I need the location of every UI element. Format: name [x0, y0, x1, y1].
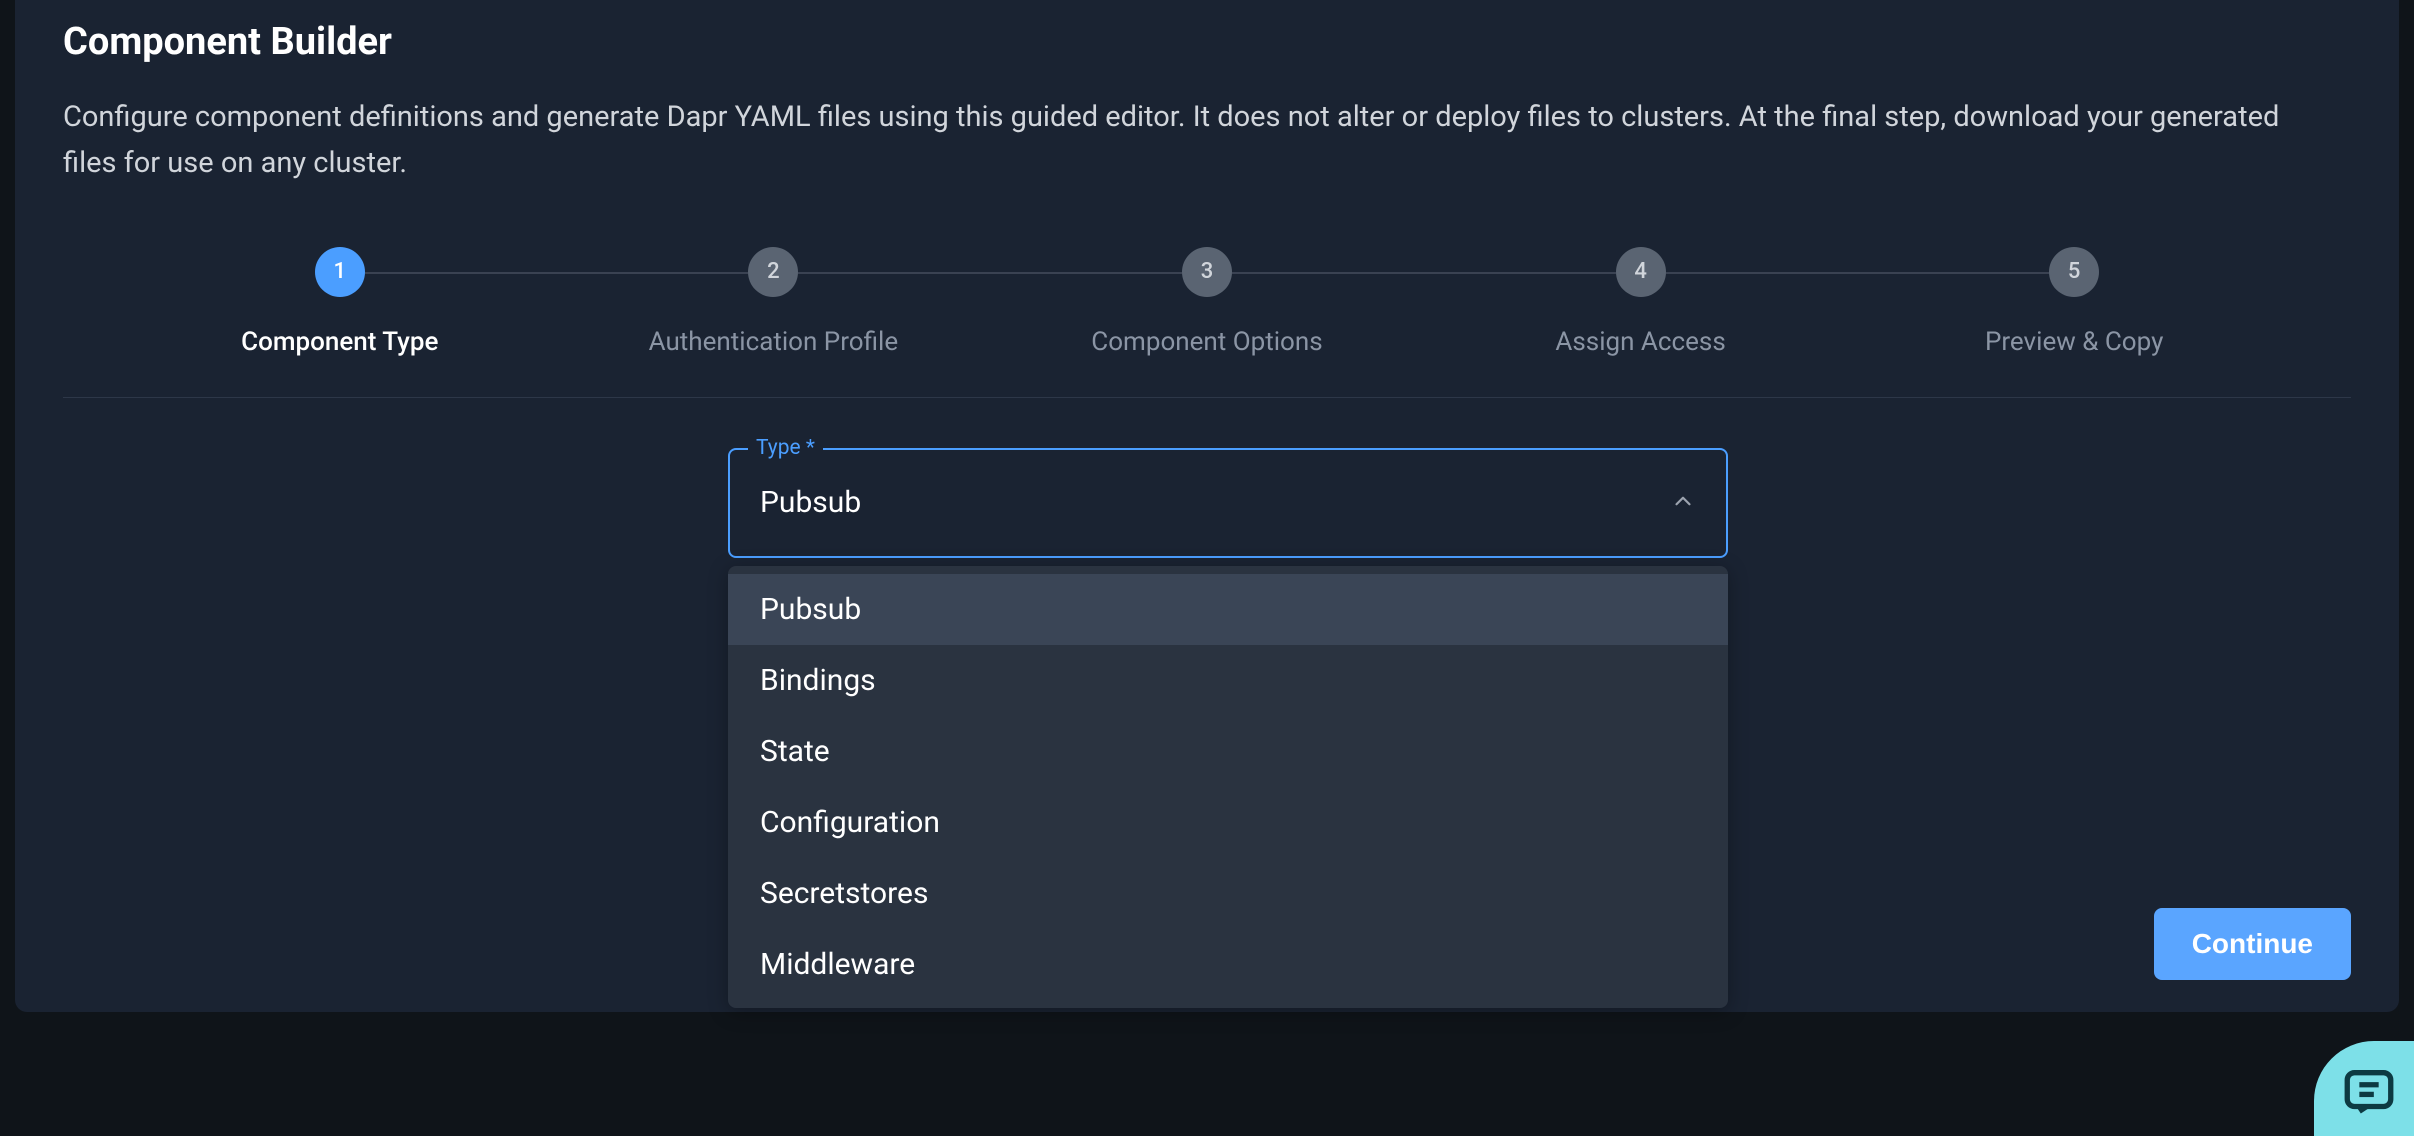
chat-icon: [2340, 1063, 2398, 1125]
continue-button[interactable]: Continue: [2154, 908, 2351, 980]
type-select[interactable]: Pubsub: [728, 448, 1728, 558]
step-connector: [1666, 272, 2050, 274]
type-select-label: Type *: [748, 436, 823, 460]
step-component-type[interactable]: 1 Component Type: [123, 247, 557, 357]
component-builder-panel: Component Builder Configure component de…: [15, 0, 2399, 1012]
stepper: 1 Component Type 2 Authentication Profil…: [63, 247, 2351, 357]
step-number-5: 5: [2049, 247, 2099, 297]
step-label-1: Component Type: [241, 327, 438, 357]
page-description: Configure component definitions and gene…: [63, 94, 2323, 187]
step-assign-access[interactable]: 4 Assign Access: [1424, 247, 1858, 357]
dropdown-option-bindings[interactable]: Bindings: [728, 645, 1728, 716]
step-connector: [365, 272, 749, 274]
dropdown-option-configuration[interactable]: Configuration: [728, 787, 1728, 858]
step-label-5: Preview & Copy: [1985, 327, 2163, 357]
chevron-up-icon: [1670, 488, 1696, 518]
type-select-container: Type * Pubsub Pubsub Bindings State Conf…: [728, 448, 1728, 558]
step-number-3: 3: [1182, 247, 1232, 297]
dropdown-option-secretstores[interactable]: Secretstores: [728, 858, 1728, 929]
dropdown-option-pubsub[interactable]: Pubsub: [728, 574, 1728, 645]
step-component-options[interactable]: 3 Component Options: [990, 247, 1424, 357]
step-number-4: 4: [1616, 247, 1666, 297]
page-title: Component Builder: [63, 20, 2351, 64]
type-select-value: Pubsub: [760, 485, 861, 520]
divider: [63, 397, 2351, 398]
step-number-1: 1: [315, 247, 365, 297]
dropdown-option-state[interactable]: State: [728, 716, 1728, 787]
step-label-4: Assign Access: [1555, 327, 1725, 357]
step-authentication-profile[interactable]: 2 Authentication Profile: [557, 247, 991, 357]
step-preview-copy[interactable]: 5 Preview & Copy: [1857, 247, 2291, 357]
step-label-2: Authentication Profile: [649, 327, 898, 357]
step-connector: [1232, 272, 1616, 274]
step-label-3: Component Options: [1091, 327, 1322, 357]
type-dropdown-menu: Pubsub Bindings State Configuration Secr…: [728, 566, 1728, 1008]
step-number-2: 2: [748, 247, 798, 297]
step-connector: [798, 272, 1182, 274]
chat-fab[interactable]: [2314, 1041, 2414, 1136]
dropdown-option-middleware[interactable]: Middleware: [728, 929, 1728, 1000]
